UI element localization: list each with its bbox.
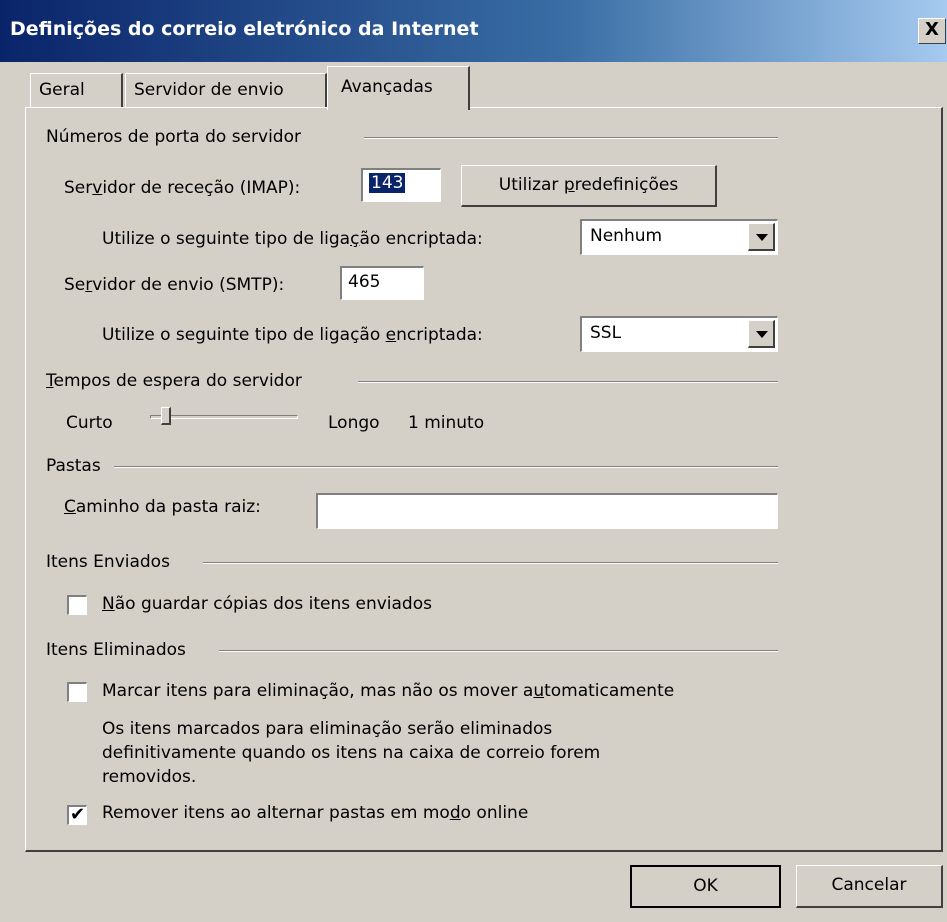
purge-items-checkbox[interactable]: ✔ bbox=[67, 805, 87, 825]
tab-geral-label: Geral bbox=[39, 80, 85, 100]
section-title-ports: Números de porta do servidor bbox=[46, 127, 301, 147]
section-title-deleted-items: Itens Eliminados bbox=[46, 640, 186, 660]
close-button[interactable]: X bbox=[918, 18, 946, 44]
timeout-short-label: Curto bbox=[66, 413, 113, 433]
imap-encryption-value: Nenhum bbox=[590, 226, 663, 246]
section-divider bbox=[114, 466, 778, 468]
section-divider bbox=[219, 650, 778, 652]
imap-port-field[interactable]: 143 bbox=[361, 168, 441, 202]
tab-avancadas-label: Avançadas bbox=[341, 77, 433, 97]
root-path-field[interactable] bbox=[316, 493, 778, 529]
imap-encryption-select[interactable]: Nenhum bbox=[580, 219, 778, 255]
imap-encryption-label: Utilize o seguinte tipo de ligação encri… bbox=[102, 229, 483, 249]
deletion-description-line: definitivamente quando os itens na caixa… bbox=[102, 743, 601, 763]
close-icon: X bbox=[925, 19, 939, 40]
tab-servidor-de-envio-label: Servidor de envio bbox=[134, 80, 284, 100]
deletion-description: Os itens marcados para eliminação serão … bbox=[102, 717, 762, 789]
dropdown-arrow-icon[interactable] bbox=[748, 223, 775, 251]
dropdown-arrow-icon[interactable] bbox=[748, 320, 775, 348]
timeout-slider-thumb[interactable] bbox=[161, 407, 172, 425]
timeout-long-label: Longo bbox=[328, 413, 380, 433]
imap-port-label: Servidor de receção (IMAP): bbox=[64, 178, 301, 198]
window-title: Definições do correio eletrónico da Inte… bbox=[10, 18, 479, 40]
timeout-value: 1 minuto bbox=[408, 413, 485, 433]
no-copies-label[interactable]: Não guardar cópias dos itens enviados bbox=[102, 594, 432, 614]
mark-for-deletion-label[interactable]: Marcar itens para eliminação, mas não os… bbox=[102, 681, 674, 701]
tab-geral[interactable]: Geral bbox=[30, 73, 123, 107]
section-divider bbox=[358, 381, 778, 383]
purge-items-label[interactable]: Remover itens ao alternar pastas em modo… bbox=[102, 803, 528, 823]
tab-servidor-de-envio[interactable]: Servidor de envio bbox=[125, 73, 327, 107]
title-bar: Definições do correio eletrónico da Inte… bbox=[0, 0, 947, 62]
deletion-description-line: Os itens marcados para eliminação serão … bbox=[102, 719, 553, 739]
cancel-button[interactable]: Cancelar bbox=[796, 865, 943, 908]
section-title-timeouts: Tempos de espera do servidor bbox=[46, 371, 302, 391]
smtp-port-field[interactable]: 465 bbox=[340, 266, 424, 300]
smtp-port-label: Servidor de envio (SMTP): bbox=[64, 275, 285, 295]
smtp-encryption-select[interactable]: SSL bbox=[580, 316, 778, 352]
check-mark-icon: ✔ bbox=[69, 804, 86, 825]
cancel-button-label: Cancelar bbox=[831, 875, 907, 895]
smtp-encryption-value: SSL bbox=[590, 323, 622, 343]
smtp-port-value: 465 bbox=[348, 272, 381, 292]
no-copies-checkbox[interactable] bbox=[67, 595, 87, 615]
section-title-sent-items: Itens Enviados bbox=[46, 552, 170, 572]
use-defaults-button[interactable]: Utilizar predefinições bbox=[461, 165, 717, 207]
ok-button-label: OK bbox=[693, 876, 718, 896]
root-path-label: Caminho da pasta raiz: bbox=[64, 497, 261, 517]
section-divider bbox=[203, 562, 778, 564]
imap-port-value: 143 bbox=[369, 173, 406, 193]
deletion-description-line: removidos. bbox=[102, 767, 197, 787]
section-title-folders: Pastas bbox=[46, 456, 101, 476]
smtp-encryption-label: Utilize o seguinte tipo de ligação encri… bbox=[102, 325, 483, 345]
mark-for-deletion-checkbox[interactable] bbox=[67, 682, 87, 702]
section-divider bbox=[364, 137, 778, 139]
ok-button[interactable]: OK bbox=[630, 865, 781, 908]
tab-avancadas[interactable]: Avançadas bbox=[327, 66, 470, 110]
timeout-slider-track[interactable] bbox=[150, 415, 298, 419]
